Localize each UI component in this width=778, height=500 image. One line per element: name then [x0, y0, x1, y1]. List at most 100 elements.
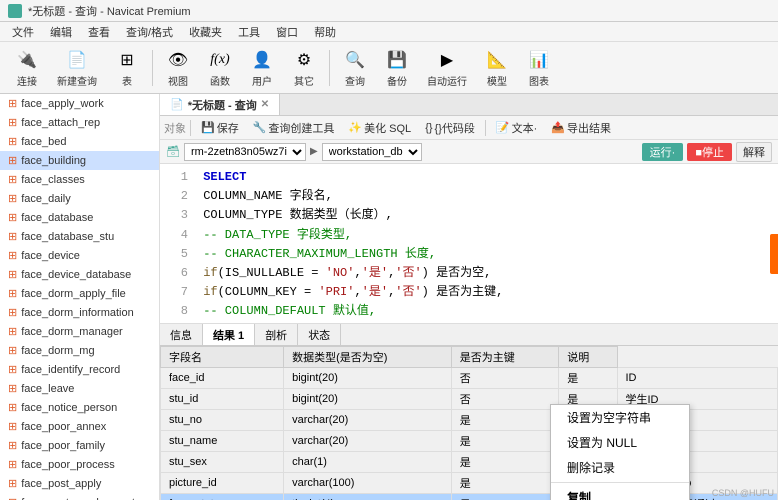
toolbar-query-label: 查询	[345, 73, 365, 88]
menu-file[interactable]: 文件	[4, 22, 42, 42]
sidebar-item-label: face_building	[21, 155, 86, 167]
sidebar-item-database[interactable]: ⊞ face_database	[0, 208, 159, 227]
query-builder-btn[interactable]: 🔧 查询创建工具	[247, 119, 341, 137]
ctx-sep1	[551, 482, 689, 483]
menu-favorites[interactable]: 收藏夹	[181, 22, 230, 42]
result-tab-profiling[interactable]: 剖析	[255, 324, 298, 345]
toolbar-other-label: 其它	[294, 73, 314, 88]
sql-line-1: 1 SELECT	[168, 168, 770, 187]
sidebar-item-building[interactable]: ⊞ face_building	[0, 151, 159, 170]
sidebar-item-device[interactable]: ⊞ face_device	[0, 246, 159, 265]
toolbar-sep-2	[329, 50, 330, 86]
cell-nullable: 是	[451, 494, 558, 500]
sidebar-item-dorm-info[interactable]: ⊞ face_dorm_information	[0, 303, 159, 322]
sidebar-item-dorm-mg[interactable]: ⊞ face_dorm_mg	[0, 341, 159, 360]
toolbar-autorun[interactable]: ▶ 自动运行	[420, 44, 474, 92]
result-tab-result1[interactable]: 结果 1	[203, 324, 255, 345]
text-mode-btn[interactable]: 📝 文本·	[490, 119, 543, 137]
menu-tools[interactable]: 工具	[230, 22, 268, 42]
sql-editor[interactable]: 1 SELECT 2 COLUMN_NAME 字段名, 3 COLUMN_TYP…	[160, 164, 778, 324]
ctx-copy-label: 复制	[567, 489, 591, 500]
code-snippet-btn[interactable]: {} {}代码段	[419, 119, 481, 137]
qt-sep2	[485, 120, 486, 136]
sql-line-7: 7 if(COLUMN_KEY = 'PRI','是','否') 是否为主键,	[168, 283, 770, 302]
chart-icon: 📊	[527, 48, 551, 72]
sidebar-item-post-employment[interactable]: ⊞ face_post_employment	[0, 493, 159, 500]
sidebar-item-database-stu[interactable]: ⊞ face_database_stu	[0, 227, 159, 246]
stop-btn[interactable]: ■停止	[687, 143, 732, 161]
server-select[interactable]: rm-2zetn83n05wz7i	[184, 143, 306, 161]
export-btn[interactable]: 📤 导出结果	[545, 119, 617, 137]
menu-help[interactable]: 帮助	[306, 22, 344, 42]
ctx-set-null-label: 设置为 NULL	[567, 434, 637, 451]
sidebar-item-post-apply[interactable]: ⊞ face_post_apply	[0, 474, 159, 493]
menu-bar: 文件 编辑 查看 查询/格式 收藏夹 工具 窗口 帮助	[0, 22, 778, 42]
sidebar-item-label: face_device	[21, 250, 80, 262]
result-tab-status[interactable]: 状态	[298, 324, 341, 345]
main-toolbar: 🔌 连接 📄 新建查询 ⊞ 表 👁 视图 f(x) 函数 👤 用户 ⚙ 其它 🔍…	[0, 42, 778, 94]
new-query-icon: 📄	[65, 48, 89, 72]
menu-query[interactable]: 查询/格式	[118, 22, 181, 42]
save-btn[interactable]: 💾 保存	[195, 119, 245, 137]
func-icon: f(x)	[208, 48, 232, 72]
ctx-set-null[interactable]: 设置为 NULL	[551, 430, 689, 455]
result-tab-info[interactable]: 信息	[160, 324, 203, 345]
sidebar-item-identify-record[interactable]: ⊞ face_identify_record	[0, 360, 159, 379]
cell-type: tinyint(4)	[284, 494, 452, 500]
sidebar-item-dorm-apply-file[interactable]: ⊞ face_dorm_apply_file	[0, 284, 159, 303]
sql-line-4: 4 -- DATA_TYPE 字段类型,	[168, 226, 770, 245]
user-icon: 👤	[250, 48, 274, 72]
toolbar-table[interactable]: ⊞ 表	[108, 44, 146, 92]
sidebar-item-dorm-manager[interactable]: ⊞ face_dorm_manager	[0, 322, 159, 341]
ctx-set-empty[interactable]: 设置为空字符串	[551, 405, 689, 430]
sidebar-item-device-database[interactable]: ⊞ face_device_database	[0, 265, 159, 284]
app-icon	[8, 4, 22, 18]
sidebar-item-leave[interactable]: ⊞ face_leave	[0, 379, 159, 398]
sidebar-item-daily[interactable]: ⊞ face_daily	[0, 189, 159, 208]
cell-desc: ID	[617, 368, 778, 389]
sidebar-item-poor-annex[interactable]: ⊞ face_poor_annex	[0, 417, 159, 436]
toolbar-chart[interactable]: 📊 图表	[520, 44, 558, 92]
sidebar-item-label: face_attach_rep	[21, 117, 100, 129]
sidebar-item-notice-person[interactable]: ⊞ face_notice_person	[0, 398, 159, 417]
sidebar-item-attach-rep[interactable]: ⊞ face_attach_rep	[0, 113, 159, 132]
cell-nullable: 否	[451, 368, 558, 389]
toolbar-backup[interactable]: 💾 备份	[378, 44, 416, 92]
ctx-delete-record[interactable]: 删除记录	[551, 455, 689, 480]
menu-edit[interactable]: 编辑	[42, 22, 80, 42]
sql-line-2: 2 COLUMN_NAME 字段名,	[168, 187, 770, 206]
tab-close-btn[interactable]: ✕	[261, 99, 269, 110]
database-select[interactable]: workstation_db	[322, 143, 422, 161]
sidebar-item-label: face_daily	[21, 193, 71, 205]
toolbar-model[interactable]: 📐 模型	[478, 44, 516, 92]
menu-view[interactable]: 查看	[80, 22, 118, 42]
sidebar-item-classes[interactable]: ⊞ face_classes	[0, 170, 159, 189]
cell-type: varchar(20)	[284, 431, 452, 452]
model-icon: 📐	[485, 48, 509, 72]
query-toolbar: 对象 💾 保存 🔧 查询创建工具 ✨ 美化 SQL {} {}代码段 📝 文本·	[160, 116, 778, 140]
toolbar-view[interactable]: 👁 视图	[159, 44, 197, 92]
sidebar-item-label: face_classes	[21, 174, 85, 186]
toolbar-user[interactable]: 👤 用户	[243, 44, 281, 92]
explain-btn[interactable]: 解释	[736, 142, 772, 162]
run-btn[interactable]: 运行·	[642, 143, 684, 161]
object-label: 对象	[164, 120, 186, 136]
sidebar-item-apply-work[interactable]: ⊞ face_apply_work	[0, 94, 159, 113]
table-row[interactable]: face_id bigint(20) 否 是 ID	[161, 368, 778, 389]
sidebar-item-label: face_notice_person	[21, 402, 117, 414]
toolbar-query[interactable]: 🔍 查询	[336, 44, 374, 92]
toolbar-new-query[interactable]: 📄 新建查询	[50, 44, 104, 92]
beautify-btn[interactable]: ✨ 美化 SQL	[342, 119, 417, 137]
sidebar-item-poor-process[interactable]: ⊞ face_poor_process	[0, 455, 159, 474]
ctx-copy[interactable]: 复制	[551, 485, 689, 500]
toolbar-other[interactable]: ⚙ 其它	[285, 44, 323, 92]
toolbar-func[interactable]: f(x) 函数	[201, 44, 239, 92]
sidebar-item-bed[interactable]: ⊞ face_bed	[0, 132, 159, 151]
toolbar-connect[interactable]: 🔌 连接	[8, 44, 46, 92]
table-item-icon: ⊞	[8, 97, 17, 110]
menu-window[interactable]: 窗口	[268, 22, 306, 42]
window-title: *无标题 - 查询 - Navicat Premium	[28, 3, 191, 19]
beautify-label: 美化 SQL	[364, 120, 411, 136]
query-tab[interactable]: 📄 *无标题 - 查询 ✕	[160, 94, 280, 115]
sidebar-item-poor-family[interactable]: ⊞ face_poor_family	[0, 436, 159, 455]
